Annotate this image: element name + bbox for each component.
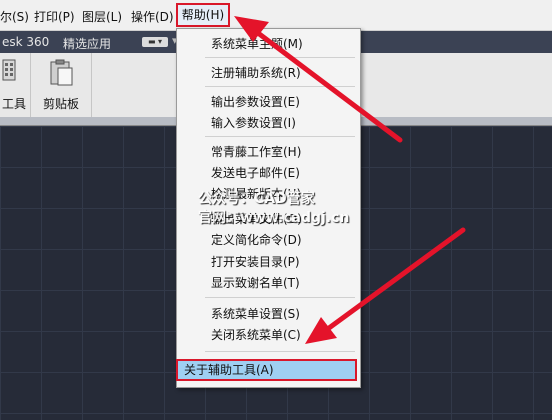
annotation-arrows xyxy=(234,16,466,344)
arrow-to-close-menu-icon xyxy=(305,227,466,344)
arrow-to-help-menu-icon xyxy=(234,16,403,143)
